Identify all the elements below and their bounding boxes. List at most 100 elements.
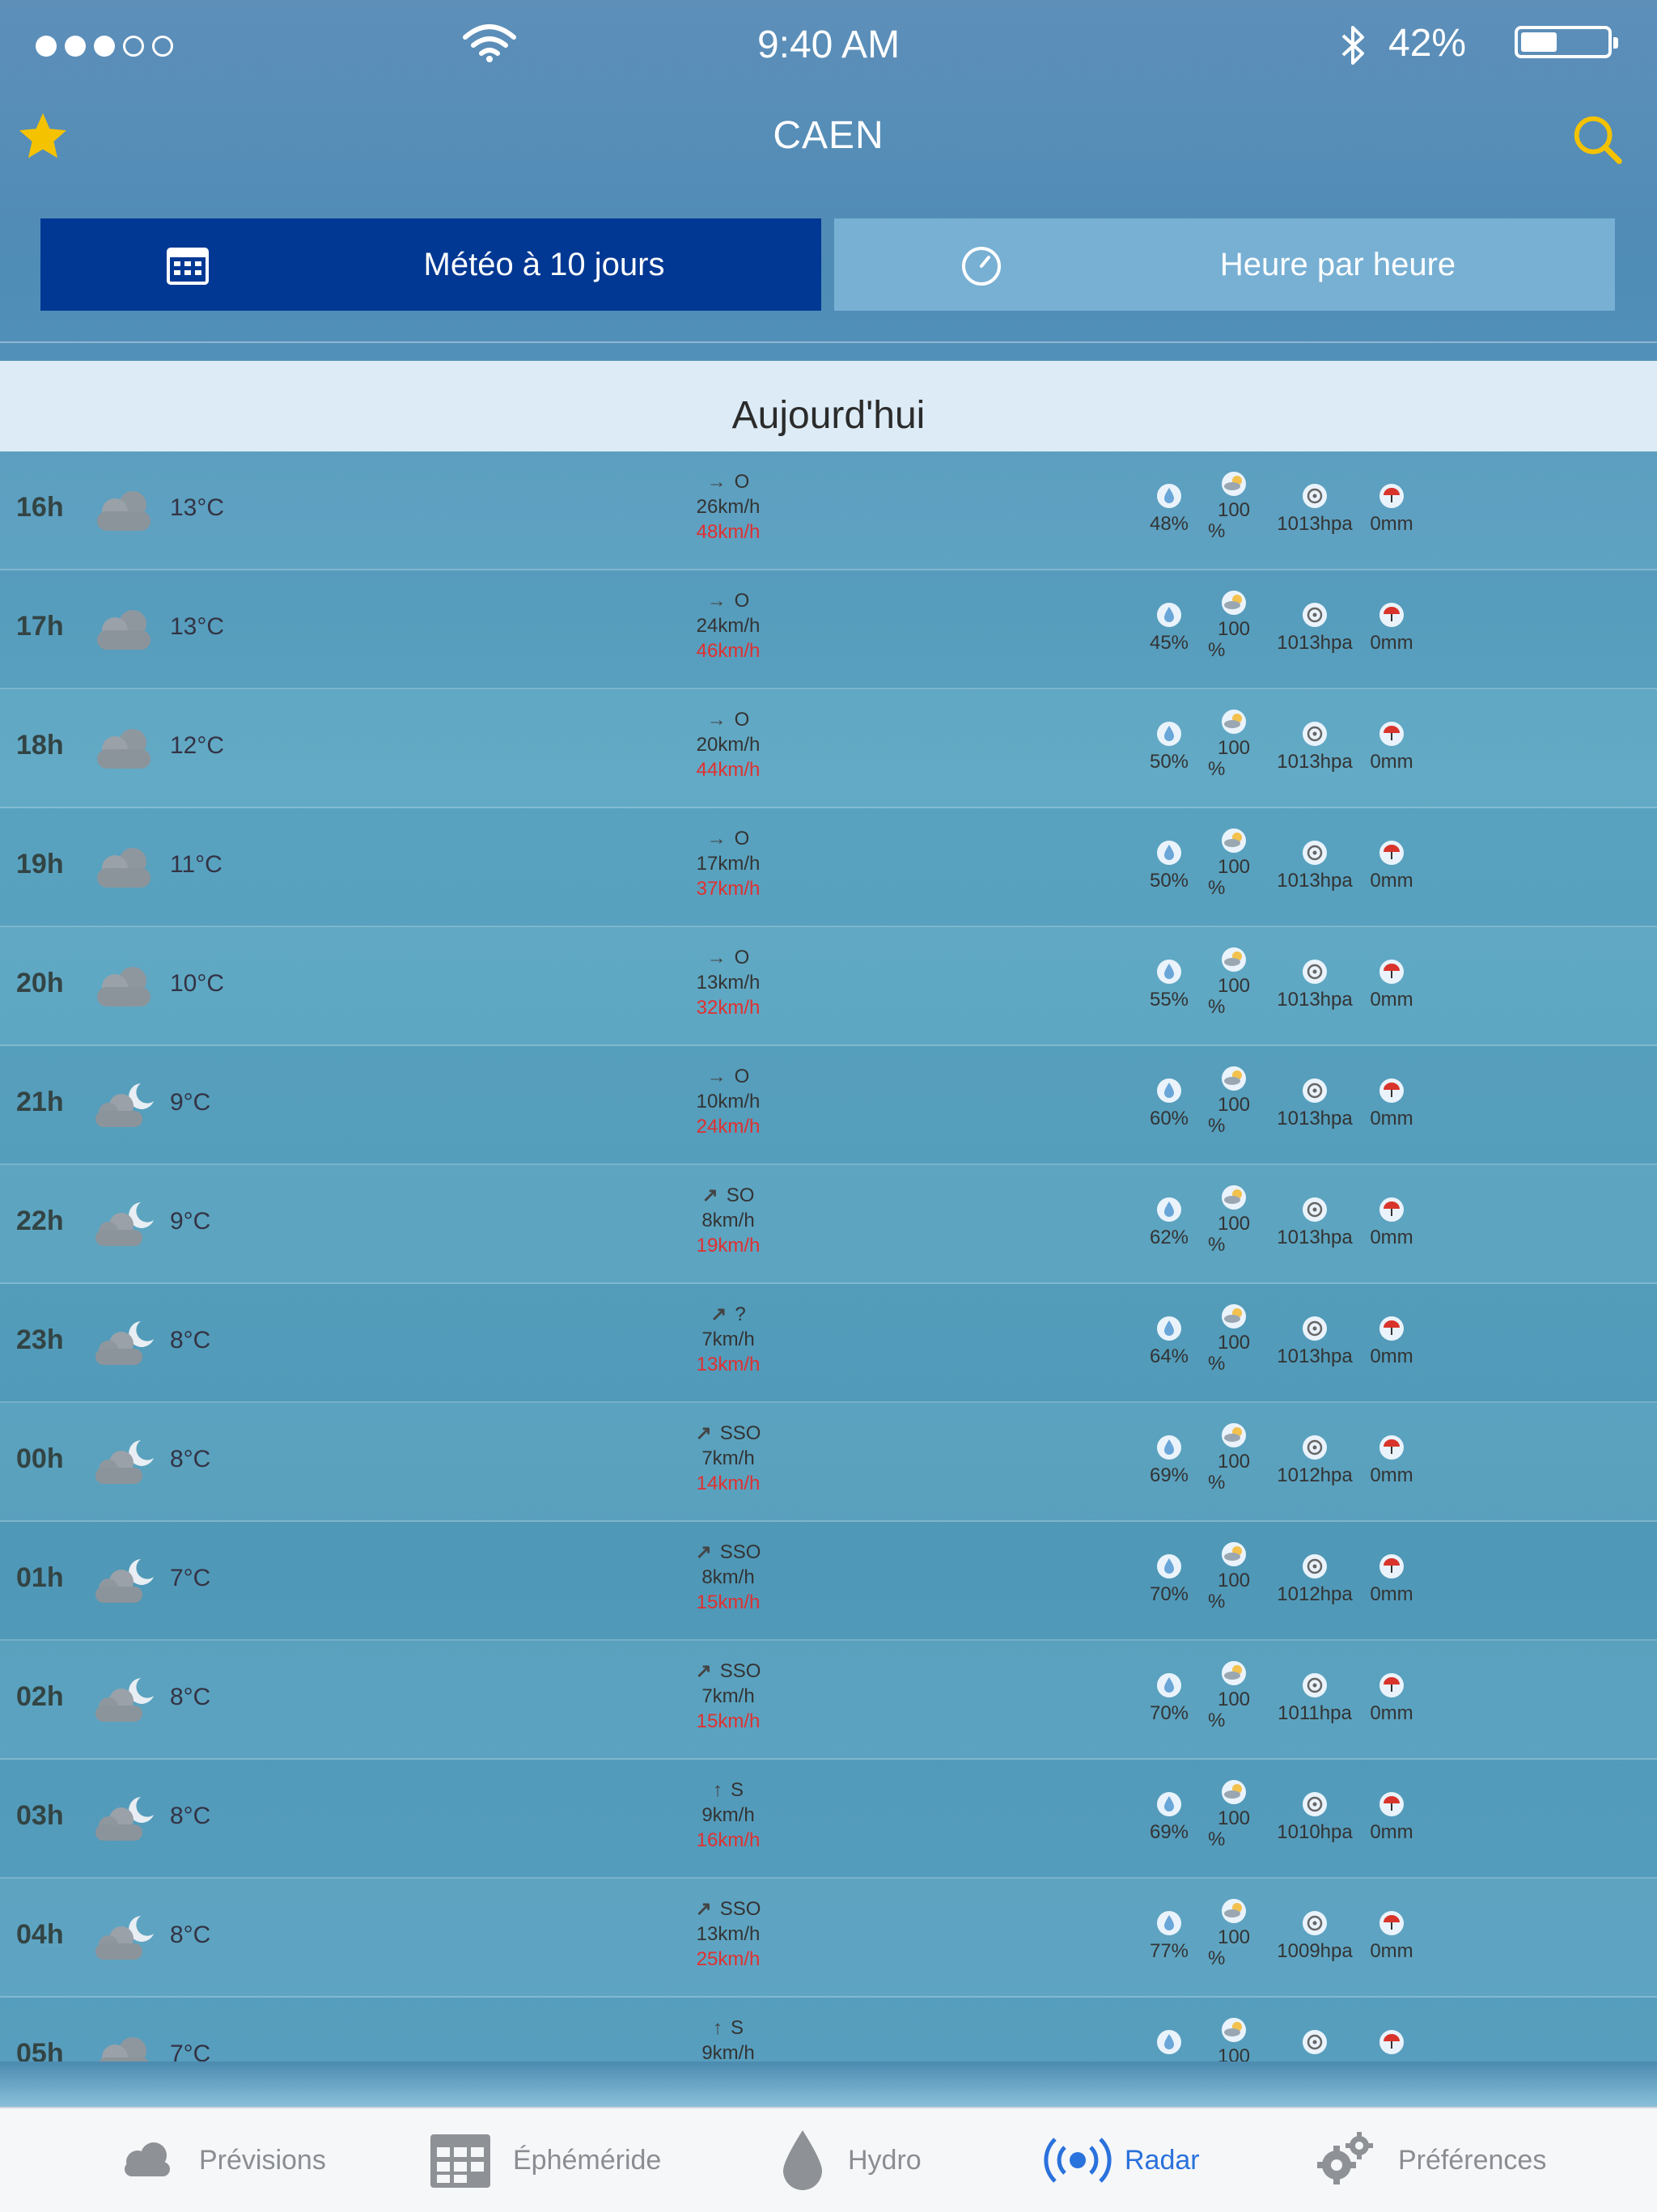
humidity-drop-icon: [1157, 603, 1181, 627]
forecast-row[interactable]: 17h 13°C → O 24km/h 46km/h 45% 100 % 1013…: [0, 570, 1657, 689]
pressure: 1013hpa: [1266, 601, 1363, 655]
list-bottom-fade: [0, 2062, 1657, 2107]
cloud-cover-value: 100: [1217, 1451, 1251, 1473]
wind-direction: ↗ SSO: [663, 1421, 793, 1446]
forecast-row[interactable]: 19h 11°C → O 17km/h 37km/h 50% 100 % 1013…: [0, 808, 1657, 927]
clock-icon: [962, 247, 1001, 286]
humidity: 50%: [1141, 839, 1197, 892]
cloudy-icon: [97, 610, 150, 650]
wind-info: → O 17km/h 37km/h: [663, 826, 793, 901]
tab-ephemeride-label: Éphéméride: [513, 2144, 662, 2176]
cloud-cover-value: 100: [1217, 1570, 1251, 1591]
pressure-gauge-icon: [1303, 2030, 1327, 2054]
pressure: 1013hpa: [1266, 482, 1363, 536]
wind-gust: 32km/h: [696, 997, 761, 1019]
wind-speed: 10km/h: [696, 1091, 761, 1112]
pressure: 1013hpa: [1266, 839, 1363, 892]
row-hour: 23h: [16, 1324, 64, 1355]
tab-preferences[interactable]: Préférences: [1312, 2108, 1546, 2212]
night-cloudy-icon: [95, 1797, 154, 1841]
forecast-row[interactable]: 16h 13°C → O 26km/h 48km/h 48% 100 % 1013…: [0, 451, 1657, 570]
cloud-cover-value: 100: [1217, 1094, 1251, 1116]
humidity-drop-icon: [1157, 1792, 1181, 1816]
tab-previsions[interactable]: Prévisions: [115, 2108, 326, 2212]
wind-direction-label: O: [734, 828, 750, 850]
wind-direction: → O: [663, 588, 793, 613]
forecast-row[interactable]: 23h 8°C ↗? 7km/h 13km/h 64% 100 % 1013hp…: [0, 1284, 1657, 1403]
wind-direction: ↗ SSO: [663, 1540, 793, 1565]
wind-info: ↑ S 9km/h 16km/h: [663, 1778, 793, 1853]
row-temperature: 9°C: [170, 1089, 211, 1116]
humidity-drop-icon: [1157, 1554, 1181, 1578]
cloud-cover-icon: [1222, 1066, 1246, 1091]
row-hour: 02h: [16, 1681, 64, 1712]
forecast-row[interactable]: 22h 9°C ↗ SO 8km/h 19km/h 62% 100 % 1013h…: [0, 1165, 1657, 1284]
cloud-cover-icon: [1222, 710, 1246, 734]
cloudy-icon: [97, 491, 150, 531]
umbrella-icon: [1379, 1197, 1404, 1222]
pressure: 1013hpa: [1266, 1196, 1363, 1249]
row-hour: 21h: [16, 1087, 64, 1117]
wind-arrow-icon: ↗: [695, 1422, 712, 1444]
row-hour: 18h: [16, 730, 64, 761]
search-icon[interactable]: [1570, 112, 1626, 168]
umbrella-icon: [1379, 1554, 1404, 1578]
tab-ephemeride[interactable]: Éphéméride: [429, 2108, 661, 2212]
row-hour: 01h: [16, 1562, 64, 1593]
hourly-forecast-list[interactable]: 16h 13°C → O 26km/h 48km/h 48% 100 % 1013…: [0, 451, 1657, 2062]
tab-radar[interactable]: Radar: [1044, 2108, 1200, 2212]
city-title: CAEN: [773, 114, 884, 157]
precipitation: 0mm: [1359, 1790, 1424, 1844]
forecast-row[interactable]: 00h 8°C ↗ SSO 7km/h 14km/h 69% 100 % 1012…: [0, 1403, 1657, 1522]
cloud-cover-icon: [1222, 1661, 1246, 1685]
tab-10-day-forecast[interactable]: Météo à 10 jours: [40, 218, 821, 311]
humidity-drop-icon: [1157, 1316, 1181, 1341]
precipitation: [1359, 2028, 1424, 2059]
umbrella-icon: [1379, 1792, 1404, 1816]
precipitation-value: 0mm: [1370, 1940, 1413, 1962]
bottom-tab-bar: Prévisions Éphéméride Hydro Radar Préfér…: [0, 2107, 1657, 2212]
pressure-gauge-icon: [1303, 960, 1327, 984]
cloud-cover-icon: [1222, 2018, 1246, 2042]
row-temperature: 11°C: [170, 851, 222, 878]
forecast-row[interactable]: 03h 8°C ↑ S 9km/h 16km/h 69% 100 % 1010hp…: [0, 1760, 1657, 1879]
cloud-cover-icon: [1222, 828, 1246, 853]
wind-arrow-icon: ↑: [712, 1779, 723, 1801]
forecast-row[interactable]: 02h 8°C ↗ SSO 7km/h 15km/h 70% 100 % 1011…: [0, 1641, 1657, 1760]
tab-hourly-forecast[interactable]: Heure par heure: [834, 218, 1615, 311]
wind-gust: 19km/h: [696, 1235, 761, 1256]
pressure-gauge-icon: [1303, 1911, 1327, 1935]
humidity-value: 70%: [1149, 1702, 1189, 1724]
status-bar: 9:40 AM 42%: [0, 0, 1657, 89]
forecast-row[interactable]: 01h 7°C ↗ SSO 8km/h 15km/h 70% 100 % 1012…: [0, 1522, 1657, 1641]
precipitation-value: 0mm: [1370, 1821, 1413, 1843]
precipitation-value: 0mm: [1370, 989, 1413, 1011]
tab-hydro[interactable]: Hydro: [778, 2108, 922, 2212]
row-hour: 22h: [16, 1206, 64, 1236]
pressure-gauge-icon: [1303, 1316, 1327, 1341]
humidity-value: 69%: [1149, 1821, 1189, 1843]
pressure-value: 1012hpa: [1277, 1464, 1353, 1486]
battery-percent: 42%: [1388, 22, 1467, 65]
night-cloudy-icon: [95, 1559, 154, 1603]
forecast-row[interactable]: 18h 12°C → O 20km/h 44km/h 50% 100 % 1013…: [0, 689, 1657, 808]
forecast-row[interactable]: 21h 9°C → O 10km/h 24km/h 60% 100 % 1013h…: [0, 1046, 1657, 1165]
humidity-value: 69%: [1149, 1464, 1189, 1486]
precipitation: 0mm: [1359, 601, 1424, 655]
pressure-gauge-icon: [1303, 1078, 1327, 1103]
forecast-row[interactable]: 20h 10°C → O 13km/h 32km/h 55% 100 % 1013…: [0, 927, 1657, 1046]
umbrella-icon: [1379, 1911, 1404, 1935]
precipitation: 0mm: [1359, 839, 1424, 892]
cloud-cover: 100 %: [1201, 1422, 1266, 1494]
wind-gust: 46km/h: [696, 640, 761, 662]
tab-hourly-label: Heure par heure: [1219, 247, 1456, 282]
cloud-cover-value: 100: [1217, 737, 1251, 759]
night-cloudy-icon: [95, 1678, 154, 1722]
wind-speed: 13km/h: [696, 1923, 761, 1945]
precipitation: 0mm: [1359, 1909, 1424, 1963]
cloud-cover-value: 100: [1217, 1332, 1251, 1354]
forecast-row[interactable]: 05h 7°C ↑ S 9km/h 100: [0, 1998, 1657, 2062]
forecast-row[interactable]: 04h 8°C ↗ SSO 13km/h 25km/h 77% 100 % 100…: [0, 1879, 1657, 1998]
row-temperature: 8°C: [170, 1327, 211, 1354]
wind-direction: → O: [663, 707, 793, 732]
